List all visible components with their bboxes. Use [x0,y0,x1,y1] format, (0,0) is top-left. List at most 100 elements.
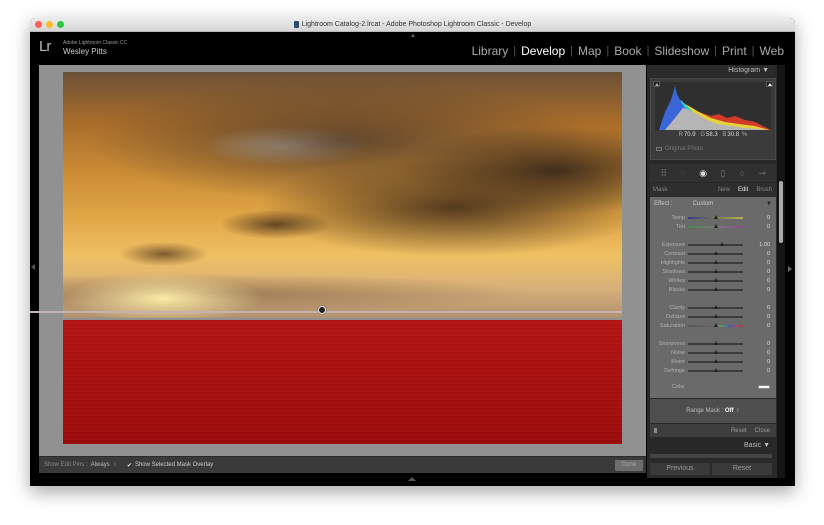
slider-track[interactable] [688,286,743,291]
range-mask-select[interactable]: Off [725,408,734,414]
module-print[interactable]: Print [717,44,752,58]
sunset-photo[interactable] [63,72,622,444]
scrollbar-thumb[interactable] [779,181,783,243]
module-library[interactable]: Library [467,44,514,58]
crop-overlay-tool-icon[interactable]: ⠿ [657,168,671,179]
mask-close-button[interactable]: Close [755,428,770,434]
image-canvas[interactable] [30,65,646,469]
minimize-window-button[interactable] [46,21,53,28]
slider-thumb[interactable] [713,250,718,255]
slider-value[interactable]: 1.00 [759,242,770,248]
radial-filter-tool-icon[interactable]: ○ [735,168,749,178]
slider-value[interactable]: 0 [767,260,770,266]
graduated-filter-line[interactable] [30,311,622,313]
right-panel-scrollbar[interactable] [777,65,785,478]
slider-track[interactable] [688,277,743,282]
slider-track[interactable] [688,241,743,246]
right-panel-toggle-icon[interactable] [788,266,792,272]
basic-panel-header[interactable]: Basic ▼ [647,439,775,453]
slider-track[interactable] [688,358,743,363]
left-panel-toggle-icon[interactable] [31,264,35,270]
slider-thumb[interactable] [713,214,718,219]
module-web[interactable]: Web [755,44,789,58]
mask-edit-button[interactable]: Edit [738,187,748,193]
slider-value[interactable]: 0 [767,287,770,293]
color-label: Color [671,384,685,390]
original-photo-toggle[interactable]: Original Photo [656,146,703,152]
slider-thumb[interactable] [713,322,718,327]
slider-value[interactable]: 0 [767,341,770,347]
select-updown-icon[interactable]: ⇕ [113,462,117,468]
slider-thumb[interactable] [713,367,718,372]
filmstrip-toggle-icon[interactable] [408,477,416,481]
graduated-filter-tool-icon[interactable]: ▯ [716,168,730,179]
slider-track[interactable] [688,223,743,228]
color-swatch[interactable] [758,385,770,389]
slider-moire: Moire 0 [650,357,776,366]
identity-plate-header: ▲ Lr Adobe Lightroom Classic CC Wesley P… [30,32,795,62]
slider-value[interactable]: 0 [767,269,770,275]
red-eye-tool-icon[interactable]: ◉ [696,168,710,179]
slider-thumb[interactable] [713,268,718,273]
slider-value[interactable]: 0 [767,359,770,365]
mask-new-button[interactable]: New [718,187,730,193]
module-map[interactable]: Map [573,44,606,58]
maximize-window-button[interactable] [57,21,64,28]
highlight-clipping-icon[interactable] [766,81,773,87]
slider-value[interactable]: 0 [767,278,770,284]
slider-value[interactable]: 0 [767,251,770,257]
slider-thumb[interactable] [713,349,718,354]
slider-value[interactable]: 0 [767,305,770,311]
panel-enable-switch[interactable] [654,428,657,433]
slider-thumb[interactable] [720,241,725,246]
slider-thumb[interactable] [713,286,718,291]
percent-unit: % [742,132,748,138]
slider-value[interactable]: 0 [767,350,770,356]
mask-brush-button[interactable]: Brush [756,187,772,193]
module-book[interactable]: Book [609,44,646,58]
slider-track[interactable] [688,304,743,309]
slider-track[interactable] [688,313,743,318]
histogram-header[interactable]: Histogram ▼ [647,65,775,77]
spot-removal-tool-icon[interactable]: ◌ [676,168,690,178]
slider-thumb[interactable] [713,223,718,228]
mask-overlay-checkbox[interactable]: ✔ [127,462,132,469]
previous-button[interactable]: Previous [650,463,710,475]
slider-thumb[interactable] [713,358,718,363]
slider-track[interactable] [688,349,743,354]
effect-preset-select[interactable]: Custom [693,201,714,207]
slider-track[interactable] [688,367,743,372]
slider-thumb[interactable] [713,340,718,345]
slider-dehaze: Dehaze 0 [650,312,776,321]
slider-track[interactable] [688,322,743,327]
close-window-button[interactable] [35,21,42,28]
module-develop[interactable]: Develop [516,44,570,58]
slider-sharpness: Sharpness 0 [650,339,776,348]
slider-thumb[interactable] [713,277,718,282]
edit-pin[interactable] [318,306,326,314]
shadow-clipping-icon[interactable] [653,81,660,87]
mask-reset-button[interactable]: Reset [731,428,747,434]
slider-track[interactable] [688,259,743,264]
slider-track[interactable] [688,340,743,345]
mask-overlay-label[interactable]: Show Selected Mask Overlay [135,462,213,468]
slider-value[interactable]: 0 [767,224,770,230]
module-slideshow[interactable]: Slideshow [649,44,714,58]
slider-thumb[interactable] [713,304,718,309]
done-button[interactable]: Done [615,460,643,471]
slider-track[interactable] [688,268,743,273]
adjustment-brush-tool-icon[interactable]: ⊸ [755,168,769,179]
slider-track[interactable] [688,214,743,219]
slider-thumb[interactable] [713,313,718,318]
effect-disclosure-icon[interactable]: ▼ [766,201,772,207]
slider-track[interactable] [688,250,743,255]
edit-pins-select[interactable]: Always [91,462,110,468]
top-panel-toggle-icon[interactable]: ▲ [410,33,416,39]
slider-value[interactable]: 0 [767,215,770,221]
slider-value[interactable]: 0 [767,323,770,329]
slider-value[interactable]: 0 [767,368,770,374]
slider-value[interactable]: 0 [767,314,770,320]
slider-thumb[interactable] [713,259,718,264]
reset-button[interactable]: Reset [712,463,772,475]
range-mask-updown-icon[interactable]: ⇕ [736,408,740,414]
